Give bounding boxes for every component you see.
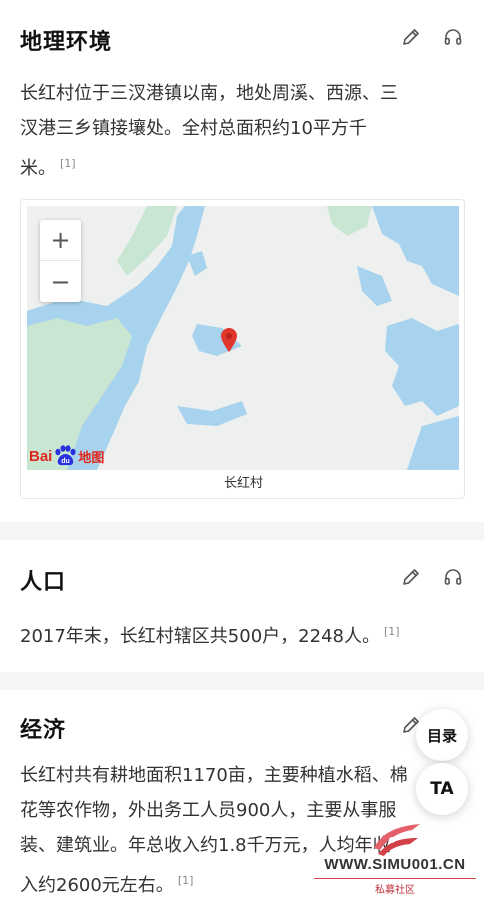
section-population: 人口 2017年末，长红村辖区共500户，2248人。 [1] (0, 540, 484, 670)
map-view[interactable]: + − Bai du 地图 (27, 206, 459, 470)
text-segment: 米。 (20, 158, 56, 179)
section-geography: 地理环境 长红村位于三汊港镇以南，地处周溪、西源、三 汊港三乡镇接壤处。全村总面… (0, 0, 484, 520)
section-header: 人口 (20, 558, 464, 598)
section-title: 地理环境 (20, 30, 113, 55)
text-line: 2017年末，长红村辖区共500户，2248人。 [1] (20, 614, 466, 654)
watermark-url: WWW.SIMU001.CN (324, 856, 466, 873)
map-caption: 长红村 (223, 476, 263, 491)
section-title: 人口 (20, 570, 67, 595)
section-header: 经济 (20, 706, 464, 746)
svg-text:du: du (62, 458, 71, 465)
watermark-subtitle: 私募社区 (375, 885, 415, 896)
text-line: 米。 [1] (20, 146, 466, 186)
section-divider (0, 522, 484, 540)
headphones-icon[interactable] (442, 566, 464, 588)
text-segment: 入约2600元左右。 (20, 875, 174, 896)
text-line: 长红村共有耕地面积1170亩，主要种植水稻、棉 (20, 765, 408, 786)
text-line: 长红村位于三汊港镇以南，地处周溪、西源、三 (20, 83, 398, 104)
map-card[interactable]: + − Bai du 地图 长红村 (20, 199, 465, 499)
citation-link[interactable]: [1] (178, 874, 194, 887)
font-size-button[interactable]: TA (416, 763, 468, 815)
map-terrain (27, 206, 459, 470)
watermark-logo-icon (374, 824, 420, 856)
section-divider (0, 672, 484, 690)
section-title: 经济 (20, 718, 67, 743)
baidu-map-logo: Bai du 地图 (29, 442, 104, 470)
watermark-rule (314, 878, 476, 879)
watermark: WWW.SIMU001.CN 私募社区 (306, 818, 484, 896)
zoom-out-button[interactable]: − (40, 261, 81, 302)
text-segment: 2017年末，长红村辖区共500户，2248人。 (20, 626, 380, 647)
table-of-contents-button[interactable]: 目录 (416, 709, 468, 761)
zoom-control: + − (40, 220, 81, 302)
location-pin-icon[interactable] (220, 327, 238, 353)
population-paragraph: 2017年末，长红村辖区共500户，2248人。 [1] (20, 614, 466, 654)
zoom-in-button[interactable]: + (40, 220, 81, 261)
citation-link[interactable]: [1] (60, 157, 76, 170)
headphones-icon[interactable] (442, 26, 464, 48)
edit-icon[interactable] (400, 566, 422, 588)
geography-paragraph: 长红村位于三汊港镇以南，地处周溪、西源、三 汊港三乡镇接壤处。全村总面积约10平… (20, 76, 466, 186)
text-line: 汊港三乡镇接壤处。全村总面积约10平方千 (20, 118, 367, 139)
edit-icon[interactable] (400, 26, 422, 48)
section-header: 地理环境 (20, 18, 464, 58)
logo-text: Bai (29, 447, 53, 465)
baidu-paw-icon: du (55, 445, 76, 466)
citation-link[interactable]: [1] (384, 625, 400, 638)
logo-text: 地图 (78, 450, 105, 466)
